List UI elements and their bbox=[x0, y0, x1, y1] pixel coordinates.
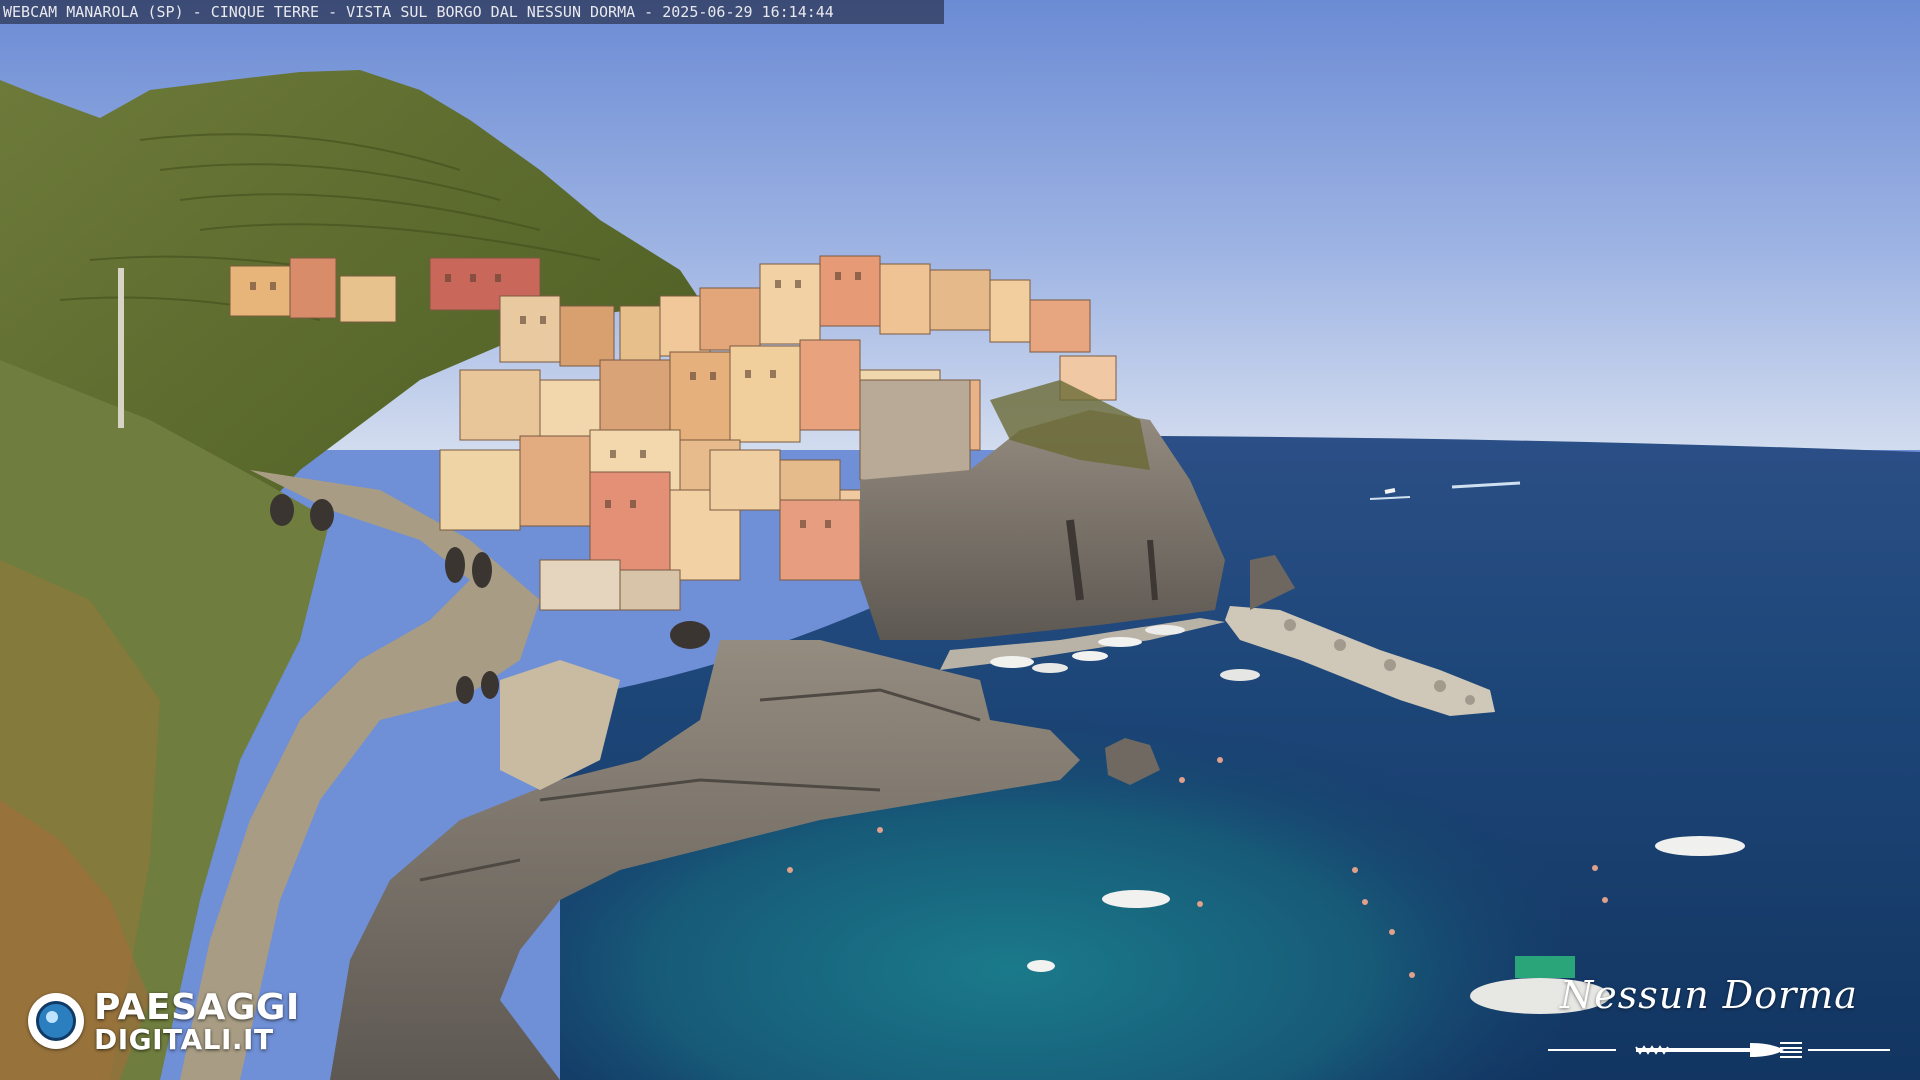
paesaggi-digitali-logo: PAESAGGI DIGITALI.IT bbox=[24, 985, 344, 1057]
partner-name: Nessun Dorma bbox=[1560, 973, 1858, 1017]
webcam-caption: WEBCAM MANAROLA (SP) - CINQUE TERRE - VI… bbox=[0, 0, 944, 24]
webcam-frame: WEBCAM MANAROLA (SP) - CINQUE TERRE - VI… bbox=[0, 0, 1920, 1080]
landscape-image bbox=[0, 0, 1920, 1080]
brand-name-line1: PAESAGGI bbox=[94, 987, 300, 1028]
brand-name-line2: DIGITALI.IT bbox=[94, 1023, 274, 1056]
nessun-dorma-logo: Nessun Dorma bbox=[1540, 955, 1900, 1065]
camera-lens-icon bbox=[28, 993, 84, 1049]
